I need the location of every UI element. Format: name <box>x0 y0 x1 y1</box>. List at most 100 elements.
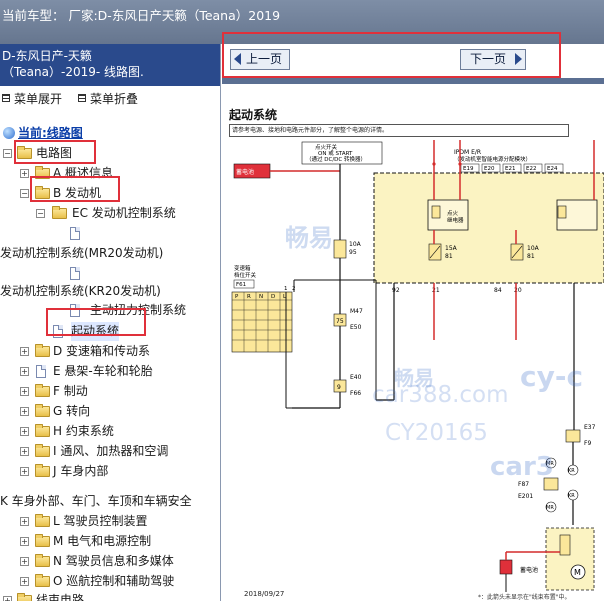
document-icon <box>36 365 46 378</box>
expand-toggle-icon[interactable]: + <box>20 367 29 376</box>
fuse-10a <box>333 239 347 259</box>
arrow-right-icon <box>515 53 522 65</box>
expand-toggle-icon[interactable]: + <box>20 427 29 436</box>
section-title: 起动系统 <box>229 108 278 122</box>
section-description: 请参考电源、接地和电路元件部分，了解整个电源的详情。 <box>229 124 569 137</box>
tree-item-label: F 制动 <box>53 384 88 398</box>
conn-f66: F66 <box>350 390 361 397</box>
expand-toggle-icon[interactable]: + <box>20 169 29 178</box>
pin-20: 20 <box>514 287 522 294</box>
conn-e20: E20 <box>484 166 495 172</box>
collapse-menu-label: 菜单折叠 <box>90 92 139 106</box>
document-icon <box>70 267 80 280</box>
conn-e24: E24 <box>547 166 558 172</box>
pos-n: N <box>259 294 263 300</box>
expand-menu-label: 菜单展开 <box>14 92 63 106</box>
ignition-switch-label3: （通过 DC/DC 转换器） <box>306 155 366 163</box>
folder-open-icon <box>35 186 50 199</box>
ignition-relay-label1: 点火 <box>447 210 459 217</box>
expand-toggle-icon[interactable]: + <box>20 447 29 456</box>
pin-75: 75 <box>336 318 344 325</box>
navigation-panel: D-东风日产-天籁 （Teana）-2019- 线路图. 菜单展开 菜单折叠 当… <box>0 44 221 601</box>
ignition-relay-label2: 继电器 <box>447 216 464 224</box>
folder-icon <box>35 424 50 437</box>
ipdm-label2: （发动机室智能电源分配模块） <box>454 155 531 163</box>
pin-84: 84 <box>494 287 502 294</box>
battery-bottom <box>499 559 513 575</box>
window-title: 当前车型： 厂家:D-东风日产天籁（Teana）2019 <box>2 8 281 23</box>
tree-item-label: O 巡航控制和辅助驾驶 <box>53 574 175 588</box>
pin-1: 1 <box>284 286 288 292</box>
tree-item-label: 电路图 <box>36 146 73 160</box>
expand-toggle-icon[interactable]: + <box>20 387 29 396</box>
conn-f87: F87 <box>518 481 529 488</box>
battery-top-label: 蓄电池 <box>236 168 254 176</box>
expand-toggle-icon[interactable]: + <box>20 467 29 476</box>
expand-toggle-icon[interactable]: + <box>20 577 29 586</box>
tree-item-label: 发动机控制系统(MR20发动机) <box>0 246 164 260</box>
tree-item-label: J 车身内部 <box>53 464 109 478</box>
collapse-menu-button[interactable]: 菜单折叠 <box>78 90 138 107</box>
kr-b: KR <box>568 493 575 499</box>
conn-e22: E22 <box>526 166 536 172</box>
folder-icon <box>35 166 50 179</box>
globe-icon <box>3 127 15 139</box>
title-bar: 当前车型： 厂家:D-东风日产天籁（Teana）2019 <box>0 0 604 44</box>
menu-row: 菜单展开 菜单折叠 <box>0 90 220 108</box>
folder-icon <box>35 444 50 457</box>
conn-e201: E201 <box>518 493 533 500</box>
next-page-label: 下一页 <box>469 52 506 66</box>
arrow-left-icon <box>234 53 241 65</box>
collapse-toggle-icon[interactable]: − <box>3 149 12 158</box>
tree-item-label: B 发动机 <box>53 186 102 200</box>
expand-toggle-icon[interactable]: + <box>20 517 29 526</box>
folder-icon <box>35 554 50 567</box>
expand-menu-button[interactable]: 菜单展开 <box>2 90 62 107</box>
mr-a: MR <box>546 461 554 467</box>
tree-item-label: A 概述信息 <box>53 166 114 180</box>
document-icon <box>70 304 80 317</box>
conn-e19: E19 <box>463 166 474 172</box>
mr-b: MR <box>546 505 554 511</box>
expand-toggle-icon[interactable]: + <box>20 537 29 546</box>
expand-toggle-icon[interactable]: + <box>20 557 29 566</box>
motor-label: M <box>574 568 581 577</box>
folder-open-icon <box>52 206 67 219</box>
collapse-toggle-icon[interactable]: − <box>20 189 29 198</box>
battery-bottom-label: 蓄电池 <box>520 566 538 574</box>
tree-item-label: G 转向 <box>53 404 91 418</box>
tree-item-label: 线束电路 <box>36 593 85 601</box>
document-icon <box>53 325 63 338</box>
collapse-toggle-icon[interactable]: − <box>36 209 45 218</box>
prev-page-button[interactable]: 上一页 <box>230 49 290 70</box>
fuse-15a-number: 81 <box>445 253 453 260</box>
conn-e37: E37 <box>584 424 596 431</box>
content-panel: 上一页 下一页 起动系统 请参考电源、接地和电路元件部分，了解整个电源的详情。 … <box>222 44 604 601</box>
expand-toggle-icon[interactable]: + <box>20 347 29 356</box>
trans-switch-grid <box>231 291 293 353</box>
folder-icon <box>35 574 50 587</box>
tree-item-label: N 驾驶员信息和多媒体 <box>53 554 174 568</box>
page-nav-bar: 上一页 下一页 <box>222 44 604 78</box>
prev-page-label: 上一页 <box>245 52 282 66</box>
conn-m47: M47 <box>350 308 363 315</box>
conn-f61: F61 <box>236 282 246 288</box>
fuse-10a-b-number: 81 <box>527 253 535 260</box>
ignition-switch-label2: ON 或 START <box>318 149 353 157</box>
diagram-date: 2018/09/27 <box>244 590 285 598</box>
trans-switch-label2: 档位开关 <box>234 271 257 279</box>
collapse-icon <box>78 94 86 102</box>
next-page-button[interactable]: 下一页 <box>460 49 526 70</box>
trans-switch-label1: 变速箱 <box>234 264 251 272</box>
tree-item-label: K 车身外部、车门、车顶和车辆安全 <box>0 494 192 508</box>
conn-f9: F9 <box>584 440 591 447</box>
tree-item-label: 发动机控制系统(KR20发动机) <box>0 284 161 298</box>
fuse-10a-label: 10A <box>349 241 362 248</box>
folder-icon <box>17 593 32 601</box>
tree-item-label: I 通风、加热器和空调 <box>53 444 169 458</box>
expand-toggle-icon[interactable]: + <box>3 596 12 601</box>
expand-toggle-icon[interactable]: + <box>20 407 29 416</box>
kr-a: KR <box>568 468 575 474</box>
fuse-10a-b-label: 10A <box>527 245 540 252</box>
fuse-10a-number: 95 <box>349 249 357 256</box>
